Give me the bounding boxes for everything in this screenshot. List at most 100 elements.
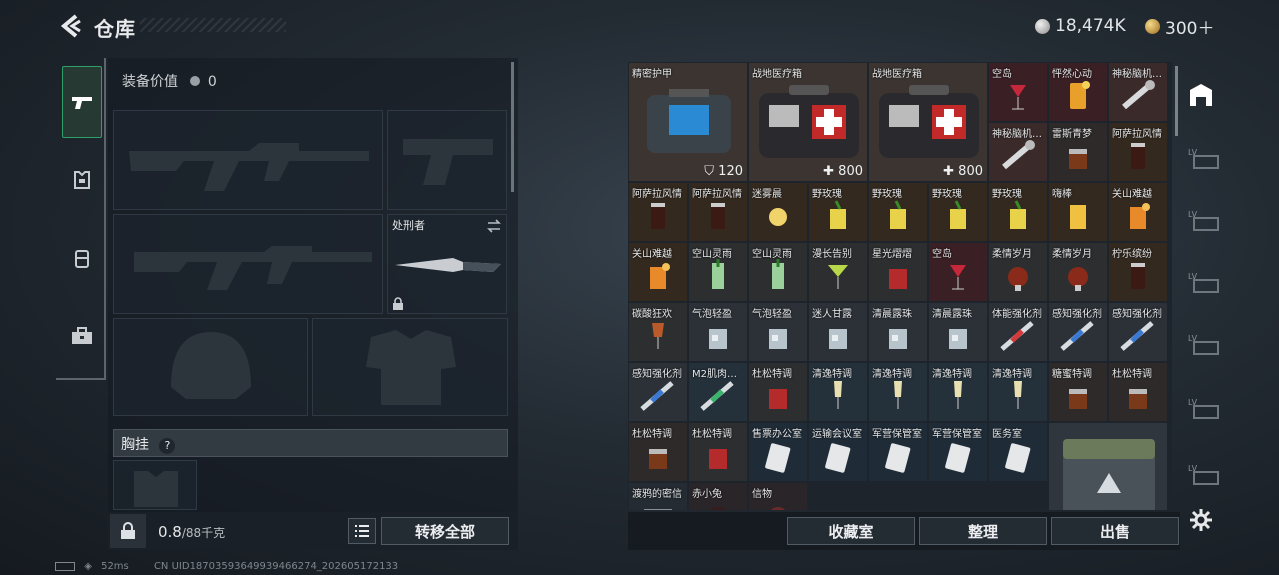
tab-storage-lv2[interactable]: LV [1186, 206, 1222, 236]
tab-backpack[interactable] [62, 238, 102, 278]
supply-crate-item[interactable] [1049, 423, 1167, 510]
inventory-item[interactable]: 野玫瑰 [869, 183, 927, 241]
chest-rig-slot[interactable] [113, 460, 197, 510]
inventory-item[interactable]: 迷雾晨 [749, 183, 807, 241]
secondary-weapon-slot[interactable] [113, 214, 383, 314]
tab-toolbox[interactable] [62, 316, 102, 356]
inventory-item[interactable]: 野玫瑰 [809, 183, 867, 241]
helmet-slot[interactable] [113, 318, 308, 416]
syringe-green-icon [700, 381, 734, 411]
tab-storage-lv6[interactable]: LV [1186, 460, 1222, 490]
inventory-item[interactable]: 糖蜜特调 [1049, 363, 1107, 421]
inventory-item[interactable]: 神秘脑机… [1109, 63, 1167, 121]
inventory-item[interactable]: 雷斯青梦 [1049, 123, 1107, 181]
body-armor-slot[interactable] [312, 318, 508, 416]
inventory-item[interactable]: 柠乐缤纷 [1109, 243, 1167, 301]
tab-storage-lv3[interactable]: LV [1186, 268, 1222, 298]
inventory-item[interactable]: 空山灵雨 [689, 243, 747, 301]
inventory-item[interactable]: 杜松特调 [689, 423, 747, 481]
inventory-item[interactable]: 信物 [749, 483, 807, 510]
inventory-item[interactable]: 战地医疗箱 ✚ 800 [869, 63, 987, 181]
tab-storage-lv1[interactable]: LV [1186, 144, 1222, 174]
item-name: 感知强化剂 [1052, 309, 1102, 320]
inventory-item[interactable]: 漫长告别 [809, 243, 867, 301]
swap-icon[interactable] [486, 219, 502, 233]
inventory-item[interactable]: 嗨棒 [1049, 183, 1107, 241]
inventory-item[interactable]: 体能强化剂 [989, 303, 1047, 361]
item-name: M2肌肉… [692, 369, 737, 380]
inventory-item[interactable]: 柔情岁月 [1049, 243, 1107, 301]
cola-glass-icon [1131, 143, 1145, 169]
tab-main-storage[interactable] [1186, 80, 1222, 112]
back-arrow-icon[interactable] [56, 12, 82, 40]
inventory-item[interactable]: 感知强化剂 [1049, 303, 1107, 361]
inventory-item[interactable]: 清晨露珠 [929, 303, 987, 361]
cola-glass-icon [651, 203, 665, 229]
inventory-item[interactable]: 清逸特调 [869, 363, 927, 421]
medkit-icon [759, 85, 859, 158]
inventory-item[interactable]: M2肌肉… [689, 363, 747, 421]
inventory-item[interactable]: 军营保管室 [869, 423, 927, 481]
tab-weapons[interactable] [62, 66, 102, 138]
lock-toggle[interactable] [110, 514, 146, 548]
inventory-item[interactable]: 渡鸦的密信 [629, 483, 687, 510]
inventory-item[interactable]: 关山难越 [629, 243, 687, 301]
pistol-slot[interactable] [387, 110, 507, 210]
inventory-item[interactable]: 精密护甲 ⛉ 120 [629, 63, 747, 181]
primary-weapon-slot[interactable] [113, 110, 383, 210]
inventory-item[interactable]: 医务室 [989, 423, 1047, 481]
inventory-item[interactable]: 怦然心动 [1049, 63, 1107, 121]
inventory-item[interactable]: 柔情岁月 [989, 243, 1047, 301]
sort-button[interactable]: 整理 [919, 517, 1047, 545]
inventory-item[interactable]: 气泡轻盈 [749, 303, 807, 361]
help-icon[interactable]: ? [159, 438, 176, 454]
system-status: ◈ 52ms CN UID18703593649939466274_202605… [55, 561, 398, 572]
inventory-item[interactable]: 售票办公室 [749, 423, 807, 481]
inventory-item[interactable]: 感知强化剂 [629, 363, 687, 421]
item-name: 神秘脑机… [992, 129, 1042, 140]
inventory-item[interactable]: 神秘脑机… [989, 123, 1047, 181]
inventory-item[interactable]: 军营保管室 [929, 423, 987, 481]
inventory-item[interactable]: 清晨露珠 [869, 303, 927, 361]
item-name: 雷斯青梦 [1052, 129, 1092, 140]
settings-gear-icon[interactable] [1188, 507, 1214, 533]
collection-room-button[interactable]: 收藏室 [787, 517, 915, 545]
currency-premium[interactable]: 300＋ [1145, 14, 1214, 39]
inventory-item[interactable]: 迷人甘露 [809, 303, 867, 361]
list-view-button[interactable] [348, 518, 376, 544]
inventory-item[interactable]: 空岛 [989, 63, 1047, 121]
inventory-item[interactable]: 战地医疗箱 ✚ 800 [749, 63, 867, 181]
inventory-item[interactable]: 关山难越 [1109, 183, 1167, 241]
inventory-item[interactable]: 杜松特调 [749, 363, 807, 421]
inventory-item[interactable]: 野玫瑰 [989, 183, 1047, 241]
inventory-item[interactable]: 星光熠熠 [869, 243, 927, 301]
keycard-icon [1005, 443, 1031, 473]
inventory-item[interactable]: 阿萨拉风情 [629, 183, 687, 241]
inventory-item[interactable]: 赤小兔 [689, 483, 747, 510]
equipment-scrollbar[interactable] [511, 62, 514, 192]
tab-storage-lv5[interactable]: LV [1186, 394, 1222, 424]
inventory-item[interactable]: 气泡轻盈 [689, 303, 747, 361]
sell-button[interactable]: 出售 [1051, 517, 1179, 545]
inventory-item[interactable]: 空山灵雨 [749, 243, 807, 301]
inventory-item[interactable]: 阿萨拉风情 [1109, 123, 1167, 181]
inventory-item[interactable]: 清逸特调 [989, 363, 1047, 421]
inventory-item[interactable]: 感知强化剂 [1109, 303, 1167, 361]
inventory-item[interactable]: 空岛 [929, 243, 987, 301]
tab-storage-lv4[interactable]: LV [1186, 330, 1222, 360]
inventory-item[interactable]: 清逸特调 [929, 363, 987, 421]
tab-armor[interactable] [62, 160, 102, 200]
inventory-item[interactable]: 碳酸狂欢 [629, 303, 687, 361]
inventory-item[interactable]: 清逸特调 [809, 363, 867, 421]
inventory-item[interactable]: 运输会议室 [809, 423, 867, 481]
melee-slot[interactable]: 处刑者 [387, 214, 507, 314]
item-name: 迷人甘露 [812, 309, 852, 320]
inventory-item[interactable]: 杜松特调 [629, 423, 687, 481]
inventory-scrollbar[interactable] [1175, 66, 1178, 136]
inventory-item[interactable]: 杜松特调 [1109, 363, 1167, 421]
inventory-item[interactable]: 野玫瑰 [929, 183, 987, 241]
item-name: 杜松特调 [692, 429, 732, 440]
transfer-all-button[interactable]: 转移全部 [381, 517, 509, 545]
item-name: 空岛 [932, 249, 952, 260]
inventory-item[interactable]: 阿萨拉风情 [689, 183, 747, 241]
